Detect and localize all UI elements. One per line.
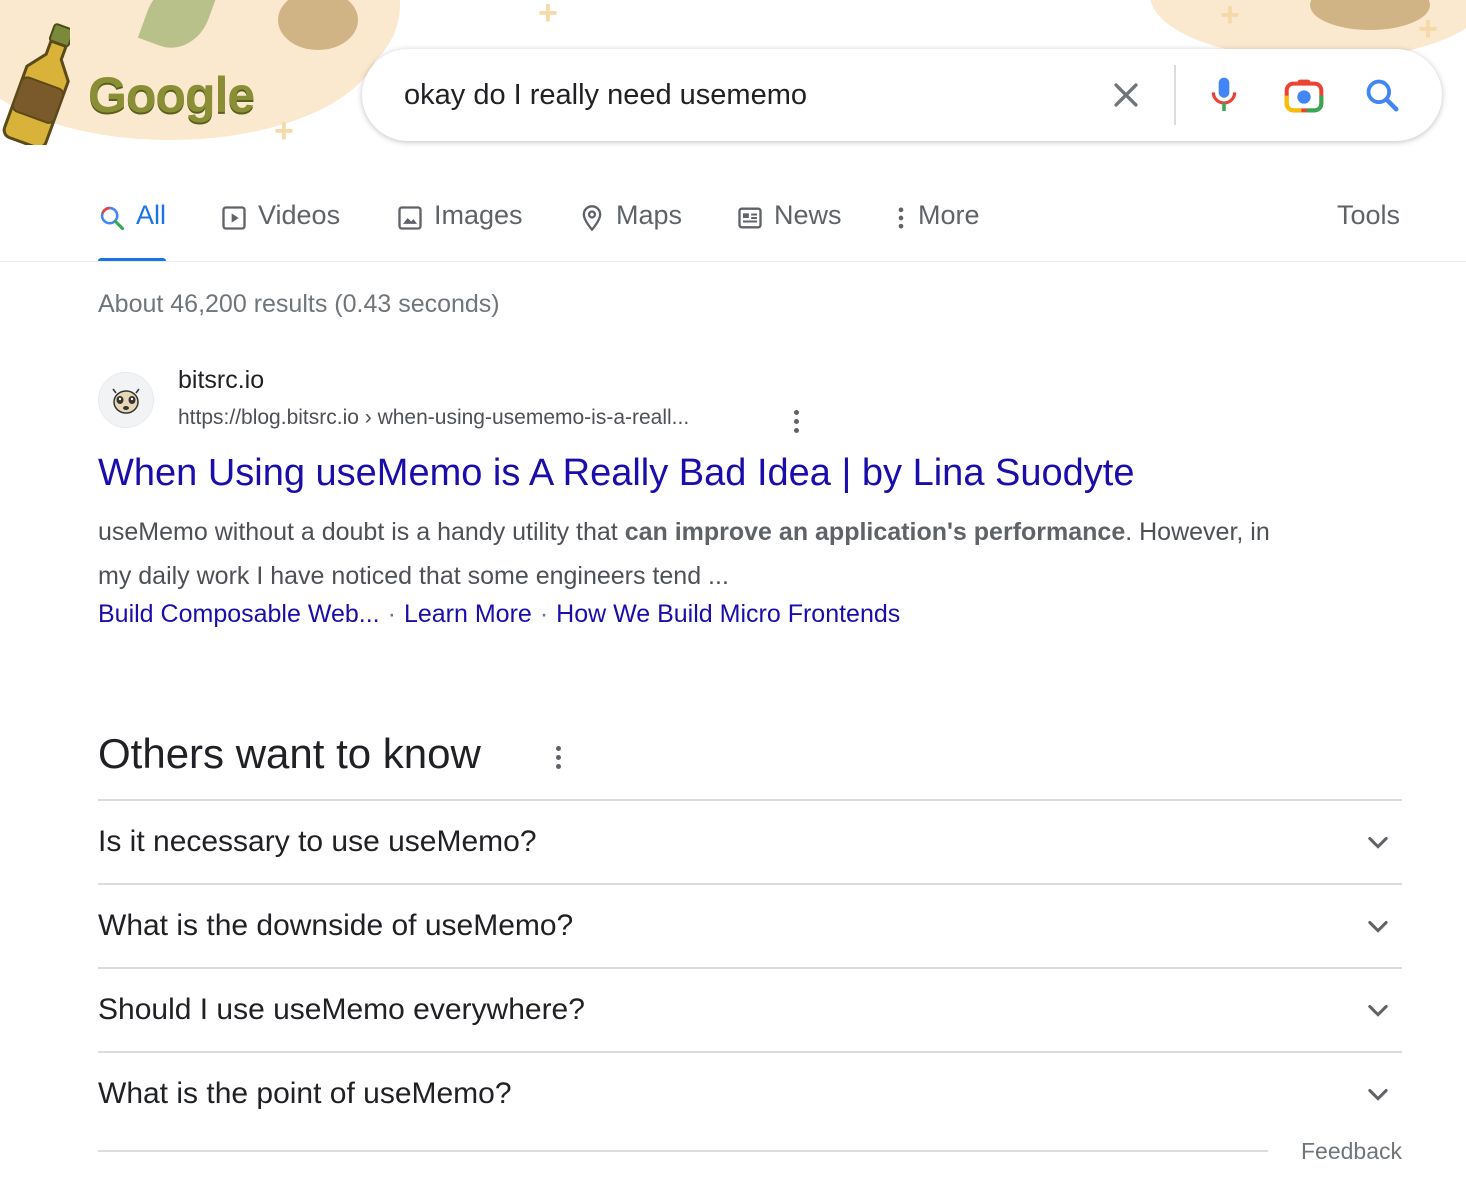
sitelink-separator: · <box>387 600 396 628</box>
question-item[interactable]: What is the downside of useMemo? <box>98 883 1402 967</box>
question-text: Is it necessary to use useMemo? <box>98 825 537 858</box>
video-icon <box>222 206 246 230</box>
tab-videos[interactable]: Videos <box>220 196 340 262</box>
map-pin-icon <box>582 205 602 232</box>
feedback-divider <box>98 1150 1268 1152</box>
search-box <box>362 49 1442 141</box>
question-item[interactable]: What is the point of useMemo? <box>98 1051 1402 1135</box>
search-icon <box>100 206 125 231</box>
others-want-to-know-list: Is it necessary to use useMemo? What is … <box>98 799 1402 1135</box>
clear-search-button[interactable] <box>1102 71 1150 119</box>
tab-label: News <box>774 200 842 230</box>
search-results-page: + + + + Google okay do I really need use… <box>0 0 1466 1180</box>
search-input[interactable] <box>404 75 1084 115</box>
result-options-button[interactable] <box>786 404 806 438</box>
site-url[interactable]: https://blog.bitsrc.io › when-using-usem… <box>178 406 689 430</box>
sitelink-separator: · <box>539 600 549 628</box>
result-title-link[interactable]: When Using useMemo is A Really Bad Idea … <box>98 452 1134 495</box>
tab-images[interactable]: Images <box>396 196 523 262</box>
chevron-down-icon <box>1358 990 1398 1030</box>
tab-news[interactable]: News <box>736 196 842 262</box>
site-favicon[interactable] <box>98 372 154 428</box>
tab-all[interactable]: All <box>98 196 167 262</box>
newspaper-icon <box>738 207 762 229</box>
tab-label: More <box>918 200 980 230</box>
result-stats: About 46,200 results (0.43 seconds) <box>98 290 500 318</box>
camera-icon <box>1284 79 1324 113</box>
tabs-divider <box>0 261 1466 262</box>
meerkat-logo-icon <box>112 388 140 414</box>
chevron-down-icon <box>1358 822 1398 862</box>
chevron-down-icon <box>1358 906 1398 946</box>
result-snippet: useMemo without a doubt is a handy utili… <box>98 510 1298 598</box>
lens-search-button[interactable] <box>1280 71 1328 119</box>
feedback-link[interactable]: Feedback <box>1301 1138 1402 1165</box>
voice-search-button[interactable] <box>1200 71 1248 119</box>
search-box-divider <box>1174 65 1176 125</box>
tab-more[interactable]: More <box>894 196 980 262</box>
sitelink[interactable]: Learn More <box>404 600 532 628</box>
others-want-to-know-title: Others want to know <box>98 730 481 777</box>
question-text: Should I use useMemo everywhere? <box>98 993 585 1026</box>
question-item[interactable]: Should I use useMemo everywhere? <box>98 967 1402 1051</box>
search-icon <box>1366 79 1399 112</box>
sitelink[interactable]: How We Build Micro Frontends <box>556 600 900 628</box>
others-want-to-know-options-button[interactable] <box>548 740 568 774</box>
google-doodle-logo[interactable]: Google <box>88 66 255 124</box>
sitelinks: Build Composable Web... · Learn More · How W… <box>98 600 900 629</box>
tab-label: Maps <box>616 200 683 230</box>
question-item[interactable]: Is it necessary to use useMemo? <box>98 799 1402 883</box>
tools-button[interactable]: Tools <box>1337 200 1400 231</box>
snippet-highlight: can improve an application's performance <box>624 518 1126 546</box>
question-text: What is the point of useMemo? <box>98 1077 512 1110</box>
tab-label: Videos <box>258 200 341 230</box>
vertical-dots-icon <box>898 207 904 229</box>
search-submit-button[interactable] <box>1358 71 1406 119</box>
oil-bottle-illustration <box>2 23 70 145</box>
close-icon <box>1114 83 1138 107</box>
sitelink[interactable]: Build Composable Web... <box>98 600 380 628</box>
question-text: What is the downside of useMemo? <box>98 909 574 942</box>
tab-label: Images <box>434 200 523 230</box>
search-tabs: All Videos Images Maps News More Tools <box>98 196 1400 262</box>
microphone-icon <box>1211 77 1237 111</box>
chevron-down-icon <box>1358 1074 1398 1114</box>
tab-label: All <box>136 200 167 230</box>
snippet-text: useMemo without a doubt is a handy utili… <box>98 518 625 546</box>
site-name: bitsrc.io <box>178 366 265 394</box>
image-icon <box>398 206 422 230</box>
tab-maps[interactable]: Maps <box>578 196 682 262</box>
